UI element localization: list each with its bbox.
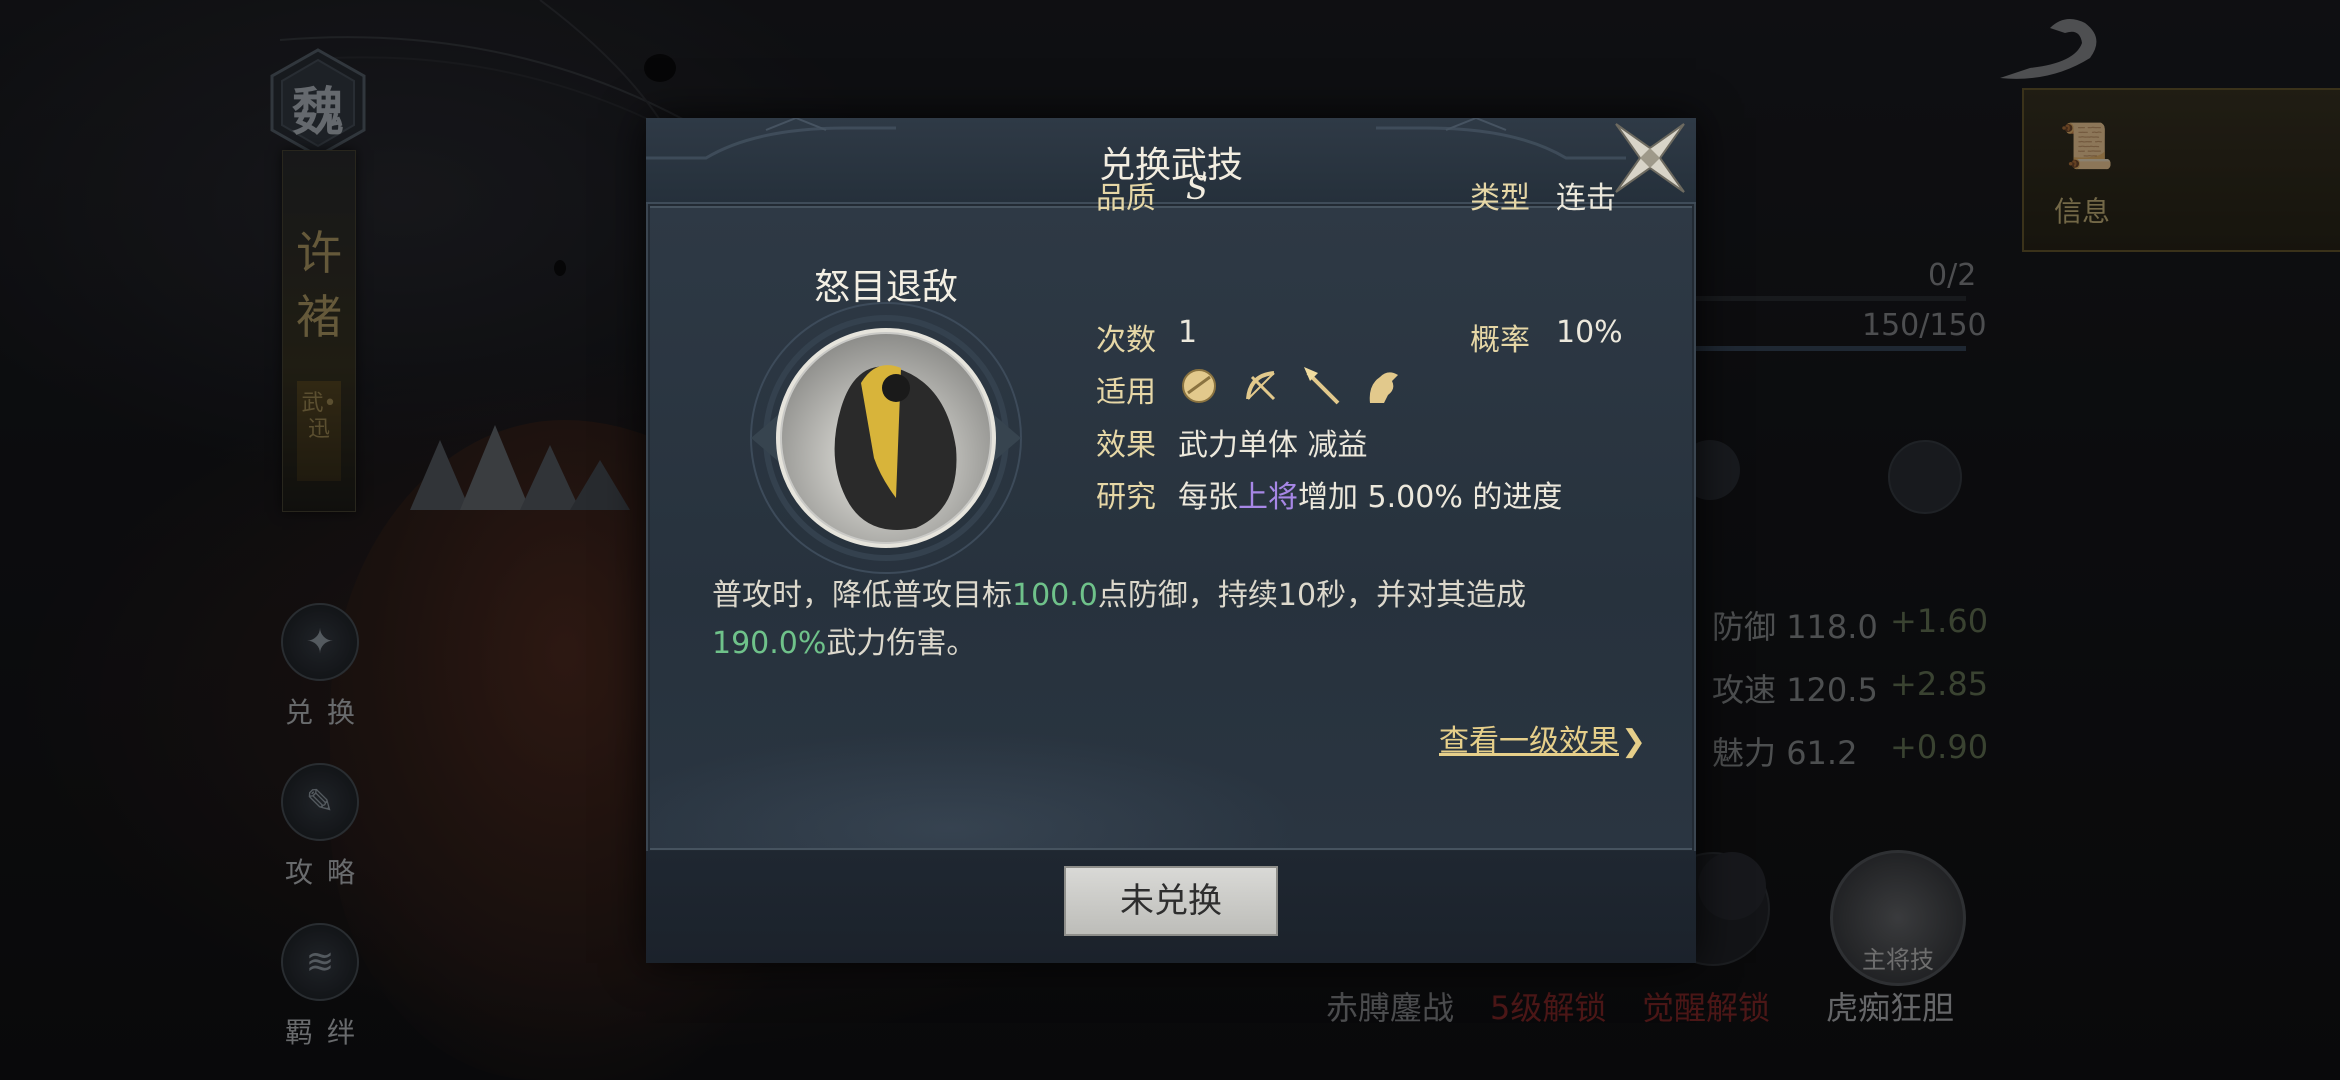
close-icon[interactable] xyxy=(1610,118,1690,198)
dialog-title: 兑换武技 xyxy=(1098,145,1243,186)
skill-description: 普攻时，降低普攻目标100.0点防御，持续10秒，并对其造成 190.0%武力伤害… xyxy=(712,578,1527,661)
chevron-right-icon: ❯ xyxy=(1621,724,1647,759)
quality-value: S xyxy=(1186,169,1208,207)
type-label: 类型 xyxy=(1470,181,1530,216)
type-value: 连击 xyxy=(1556,181,1616,216)
rate-value: 10% xyxy=(1556,315,1623,350)
research-value: 每张上将增加 5.00% 的进度 xyxy=(1178,480,1563,515)
apply-label: 适用 xyxy=(1096,375,1156,410)
dialog-header: 兑换武技 xyxy=(646,118,1696,204)
rate-label: 概率 xyxy=(1470,323,1530,358)
count-label: 次数 xyxy=(1096,323,1156,358)
effect-label: 效果 xyxy=(1096,428,1156,463)
exchange-status-button[interactable]: 未兑换 xyxy=(1064,866,1278,936)
bow-icon xyxy=(1246,371,1276,401)
view-level1-effect-link[interactable]: 查看一级效果❯ xyxy=(1439,716,1646,760)
skill-portrait xyxy=(750,302,1022,574)
horse-icon xyxy=(1369,372,1398,403)
research-label: 研究 xyxy=(1096,480,1156,515)
shield-icon xyxy=(1182,369,1216,403)
count-value: 1 xyxy=(1178,315,1198,350)
effect-value: 武力单体 减益 xyxy=(1178,428,1368,463)
exchange-skill-dialog: 兑换武技 怒目退敌 品质 S 类型 连击 次数 1 概率 10% 适用 效果 武… xyxy=(646,118,1696,963)
spear-icon xyxy=(1304,367,1340,405)
quality-label: 品质 xyxy=(1096,181,1156,216)
